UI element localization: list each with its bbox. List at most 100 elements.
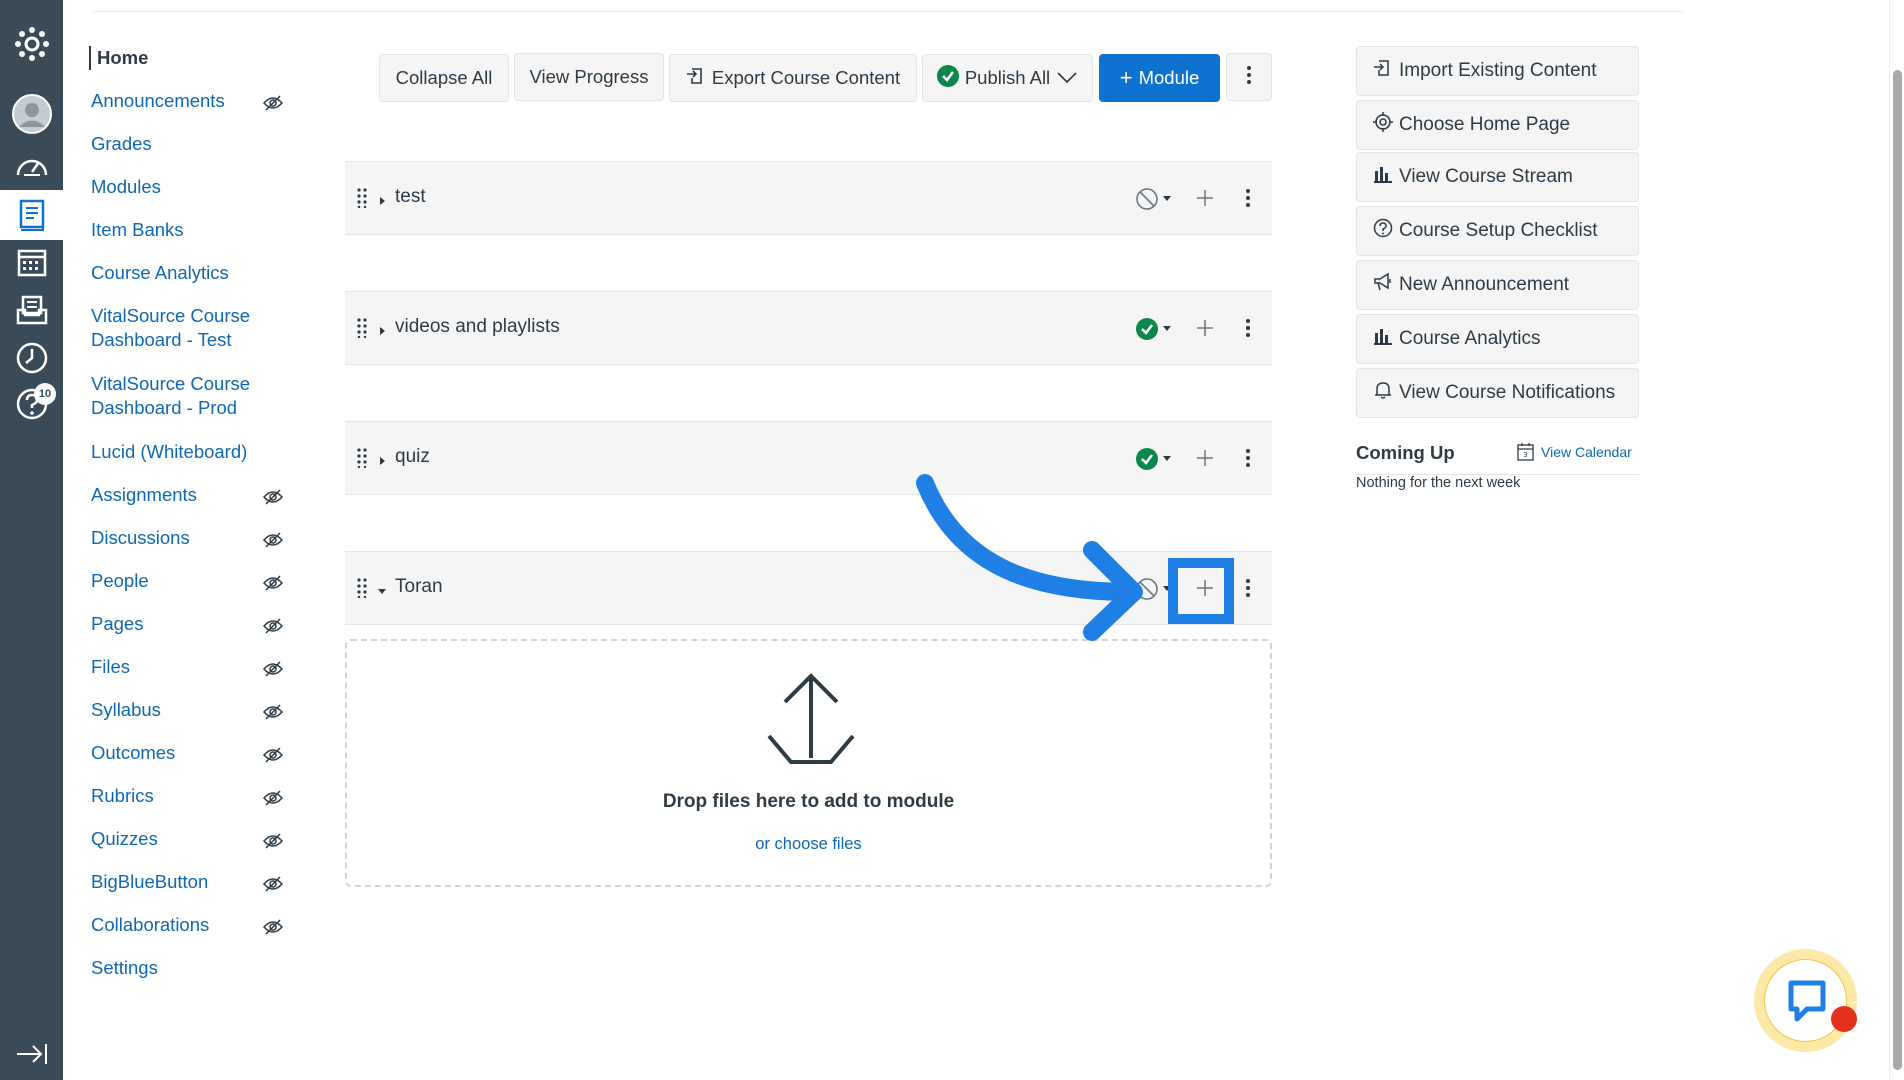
- module-options-button[interactable]: [1238, 183, 1258, 213]
- view-course-notifications-button[interactable]: View Course Notifications: [1356, 368, 1639, 418]
- view-progress-button[interactable]: View Progress: [514, 53, 664, 101]
- history-icon[interactable]: [0, 334, 63, 382]
- svg-text:3: 3: [1523, 451, 1527, 459]
- question-icon: [1373, 218, 1393, 244]
- module-dropzone[interactable]: Drop files here to add to module or choo…: [345, 639, 1272, 887]
- module-options-button[interactable]: [1238, 313, 1258, 343]
- drag-handle-icon[interactable]: [357, 578, 367, 603]
- module-row[interactable]: videos and playlists: [345, 291, 1272, 365]
- module-row[interactable]: Toran: [345, 551, 1272, 625]
- view-course-stream-button[interactable]: View Course Stream: [1356, 152, 1639, 202]
- collapse-all-button[interactable]: Collapse All: [379, 54, 509, 102]
- course-nav-item-label: Collaborations: [91, 914, 210, 935]
- course-nav-item-settings[interactable]: Settings: [91, 956, 251, 980]
- caret-down-icon[interactable]: [377, 583, 387, 601]
- module-row[interactable]: test: [345, 161, 1272, 235]
- unpublished-status-icon[interactable]: [1135, 577, 1173, 601]
- bar-chart-icon: [1373, 164, 1393, 190]
- global-nav: 10: [0, 0, 63, 1080]
- collapse-nav-icon[interactable]: [0, 1030, 63, 1078]
- hidden-eye-icon: [262, 573, 284, 591]
- add-item-button[interactable]: [1190, 313, 1220, 343]
- header-divider: [93, 11, 1683, 12]
- course-analytics-button[interactable]: Course Analytics: [1356, 314, 1639, 364]
- course-nav-item-quizzes[interactable]: Quizzes: [91, 827, 284, 851]
- chat-widget-button[interactable]: [1754, 949, 1857, 1052]
- more-options-button[interactable]: [1226, 53, 1272, 101]
- courses-icon[interactable]: [0, 190, 63, 240]
- course-nav-item-course-analytics[interactable]: Course Analytics: [91, 261, 251, 285]
- course-nav-item-rubrics[interactable]: Rubrics: [91, 784, 284, 808]
- course-nav-item-lucid-whiteboard[interactable]: Lucid (Whiteboard): [91, 440, 251, 464]
- scrollbar-thumb[interactable]: [1893, 70, 1902, 1070]
- course-nav-item-label: Announcements: [91, 90, 225, 111]
- inbox-icon[interactable]: [0, 286, 63, 334]
- view-calendar-link[interactable]: 3 View Calendar: [1517, 442, 1632, 461]
- course-nav-item-label: People: [91, 570, 149, 591]
- add-item-button[interactable]: [1190, 183, 1220, 213]
- choose-home-page-button[interactable]: Choose Home Page: [1356, 100, 1639, 150]
- course-nav-item-label: Pages: [91, 613, 144, 634]
- course-nav-item-assignments[interactable]: Assignments: [91, 483, 284, 507]
- drag-handle-icon[interactable]: [357, 318, 367, 343]
- import-existing-content-button[interactable]: Import Existing Content: [1356, 46, 1639, 96]
- course-nav-item-bigbluebutton[interactable]: BigBlueButton: [91, 870, 284, 894]
- course-nav-item-label: Lucid (Whiteboard): [91, 441, 248, 462]
- drag-handle-icon[interactable]: [357, 188, 367, 213]
- course-nav-item-label: Grades: [91, 133, 152, 154]
- view-calendar-label: View Calendar: [1541, 443, 1632, 460]
- canvas-logo-icon[interactable]: [0, 20, 63, 68]
- account-icon[interactable]: [0, 90, 63, 138]
- course-nav-item-announcements[interactable]: Announcements: [91, 89, 284, 113]
- publish-all-button[interactable]: Publish All: [922, 54, 1093, 102]
- drag-handle-icon[interactable]: [357, 448, 367, 473]
- course-nav-item-label: Discussions: [91, 527, 190, 548]
- course-nav-item-collaborations[interactable]: Collaborations: [91, 913, 284, 937]
- module-name[interactable]: Toran: [395, 576, 443, 598]
- course-nav-item-vitalsource-course-dashboard-prod[interactable]: VitalSource Course Dashboard - Prod: [91, 372, 251, 420]
- hidden-eye-icon: [262, 702, 284, 720]
- course-setup-checklist-button[interactable]: Course Setup Checklist: [1356, 206, 1639, 256]
- unpublished-status-icon[interactable]: [1135, 187, 1173, 211]
- new-announcement-button[interactable]: New Announcement: [1356, 260, 1639, 310]
- calendar-icon[interactable]: [0, 238, 63, 286]
- module-name[interactable]: test: [395, 186, 426, 208]
- course-nav-item-home[interactable]: Home: [89, 46, 257, 70]
- course-nav-item-grades[interactable]: Grades: [91, 132, 251, 156]
- module-options-button[interactable]: [1238, 573, 1258, 603]
- export-course-content-button[interactable]: Export Course Content: [669, 54, 917, 102]
- course-nav-item-label: Outcomes: [91, 742, 176, 763]
- caret-right-icon[interactable]: [377, 453, 387, 471]
- course-nav-item-modules[interactable]: Modules: [91, 175, 251, 199]
- hidden-eye-icon: [262, 917, 284, 935]
- course-nav-item-item-banks[interactable]: Item Banks: [91, 218, 251, 242]
- course-nav-item-label: Assignments: [91, 484, 197, 505]
- add-item-button[interactable]: [1190, 573, 1220, 603]
- module-options-button[interactable]: [1238, 443, 1258, 473]
- course-nav-item-syllabus[interactable]: Syllabus: [91, 698, 284, 722]
- course-nav-item-pages[interactable]: Pages: [91, 612, 284, 636]
- course-nav-item-outcomes[interactable]: Outcomes: [91, 741, 284, 765]
- add-item-button[interactable]: [1190, 443, 1220, 473]
- choose-files-link[interactable]: or choose files: [347, 835, 1270, 854]
- caret-right-icon[interactable]: [377, 193, 387, 211]
- module-name[interactable]: videos and playlists: [395, 316, 560, 338]
- caret-right-icon[interactable]: [377, 323, 387, 341]
- add-module-button[interactable]: + Module: [1099, 54, 1220, 102]
- course-nav-item-label: Modules: [91, 176, 161, 197]
- published-status-icon[interactable]: [1135, 317, 1173, 341]
- calendar-small-icon: 3: [1517, 443, 1534, 461]
- course-nav-item-files[interactable]: Files: [91, 655, 284, 679]
- sidebar-button-label: Course Analytics: [1399, 328, 1541, 349]
- hidden-eye-icon: [262, 93, 284, 111]
- course-nav-item-label: Files: [91, 656, 131, 677]
- module-row[interactable]: quiz: [345, 421, 1272, 495]
- upload-icon: [767, 673, 855, 764]
- course-nav-item-label: Quizzes: [91, 828, 158, 849]
- course-nav-item-discussions[interactable]: Discussions: [91, 526, 284, 550]
- dashboard-icon[interactable]: [0, 142, 63, 190]
- course-nav-item-vitalsource-course-dashboard-test[interactable]: VitalSource Course Dashboard - Test: [91, 304, 251, 352]
- course-nav-item-people[interactable]: People: [91, 569, 284, 593]
- module-name[interactable]: quiz: [395, 446, 430, 468]
- published-status-icon[interactable]: [1135, 447, 1173, 471]
